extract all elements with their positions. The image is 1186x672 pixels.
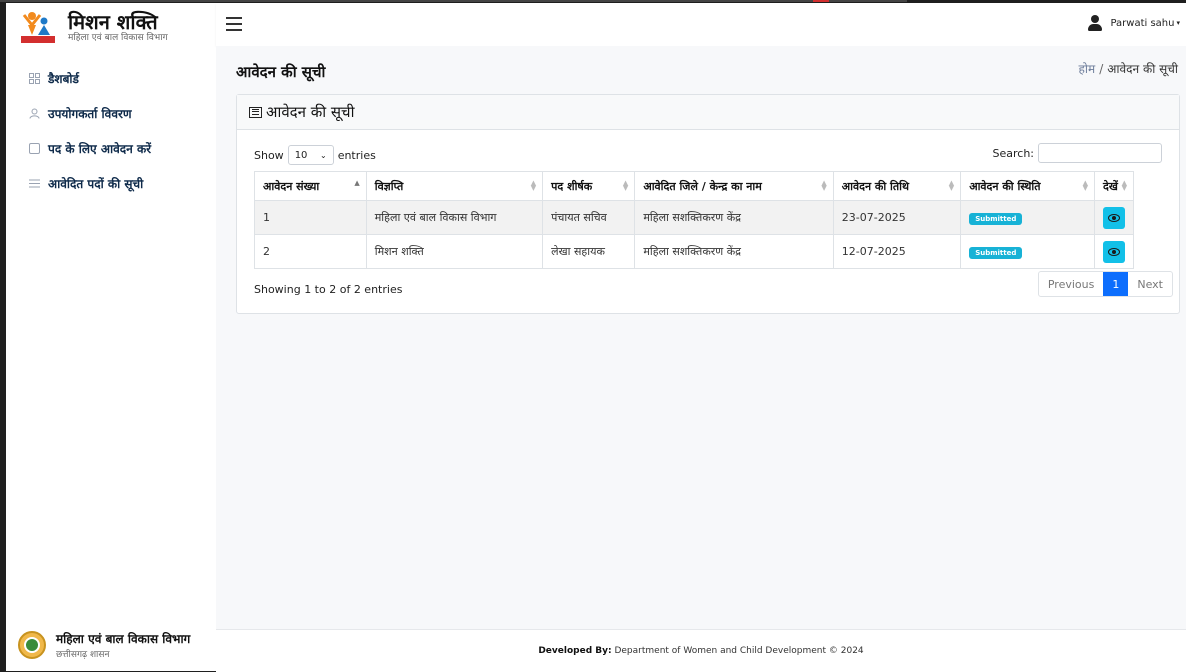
pagination: Previous 1 Next [1037,271,1173,297]
chevron-down-icon: ▾ [1176,19,1180,27]
breadcrumb-separator: / [1099,62,1104,76]
cell-application-no: 1 [254,200,367,235]
applications-card: आवेदन की सूची Show 10 ⌄ entries Search: [236,94,1180,314]
entries-value: 10 [294,149,308,161]
cell-date: 23-07-2025 [832,200,962,235]
column-header-post-title[interactable]: पद शीर्षक ▲ ▼ [542,171,636,201]
column-header-date[interactable]: आवेदन की तिथि ▲ ▼ [832,171,962,201]
user-icon [28,108,40,120]
cell-status: Submitted [960,200,1095,235]
cell-center: महिला सशक्तिकरण केंद्र [634,234,834,269]
breadcrumb-current: आवेदन की सूची [1107,62,1178,76]
sort-icon: ▲ ▼ [948,179,955,192]
state-emblem-icon [18,631,46,659]
applications-table: आवेदन संख्या ▲ विज्ञप्ति ▲ ▼ पद शीर्षक ▲ ▼ आव… [254,171,1134,269]
sort-icon: ▲ ▼ [1121,179,1127,192]
app-window: मिशन शक्ति महिला एवं बाल विकास विभाग डैश… [6,3,1186,672]
brand-subtitle: महिला एवं बाल विकास विभाग [68,32,168,43]
cell-post-title: पंचायत सचिव [542,200,636,235]
search-label: Search: [992,146,1035,160]
column-header-status[interactable]: आवेदन की स्थिति ▲ ▼ [960,171,1095,201]
square-icon [28,143,40,155]
sidebar-item-applied-list[interactable]: आवेदित पदों की सूची [6,166,216,201]
cell-center: महिला सशक्तिकरण केंद्र [634,200,834,235]
eye-icon [1108,213,1120,222]
previous-page-button[interactable]: Previous [1039,272,1104,296]
breadcrumb: होम / आवेदन की सूची [1079,60,1178,77]
entries-label: entries [337,148,376,162]
column-header-center[interactable]: आवेदित जिले / केन्द्र का नाम ▲ ▼ [634,171,834,201]
status-badge: Submitted [969,212,1023,225]
sidebar-item-label: पद के लिए आवेदन करें [48,142,152,156]
sidebar-item-label: उपयोगकर्ता विवरण [48,107,132,121]
table-header-row: आवेदन संख्या ▲ विज्ञप्ति ▲ ▼ पद शीर्षक ▲ ▼ आव… [254,171,1134,201]
page-1-button[interactable]: 1 [1103,272,1129,296]
brand[interactable]: मिशन शक्ति महिला एवं बाल विकास विभाग [20,7,168,47]
sidebar-item-user-details[interactable]: उपयोगकर्ता विवरण [6,96,216,131]
cell-application-no: 2 [254,234,367,269]
card-header: आवेदन की सूची [237,95,1179,130]
entries-length: Show 10 ⌄ entries [254,145,376,165]
cell-notice: महिला एवं बाल विकास विभाग [365,200,544,235]
mission-shakti-logo [20,9,56,45]
sidebar-item-dashboard[interactable]: डैशबोर्ड [6,61,216,96]
sidebar-item-apply[interactable]: पद के लिए आवेदन करें [6,131,216,166]
user-avatar-icon [1088,15,1103,31]
chevron-down-icon: ⌄ [319,150,327,160]
cell-status: Submitted [960,234,1095,269]
status-badge: Submitted [969,246,1023,259]
breadcrumb-home[interactable]: होम [1079,62,1096,76]
sidebar-item-label: डैशबोर्ड [48,72,79,86]
cell-date: 12-07-2025 [832,234,962,269]
grid-icon [28,73,40,85]
eye-icon [1108,247,1120,256]
user-menu[interactable]: Parwati sahu ▾ [1088,15,1180,31]
top-header: Parwati sahu ▾ [216,3,1186,46]
sort-icon: ▲ ▼ [821,179,827,192]
window-top-edge [0,0,907,2]
column-header-notice[interactable]: विज्ञप्ति ▲ ▼ [365,171,544,201]
cell-post-title: लेखा सहायक [542,234,636,269]
brand-title: मिशन शक्ति [68,9,158,34]
view-button[interactable] [1103,240,1125,263]
table-search: Search: [992,143,1162,163]
list-icon [28,178,40,190]
sort-icon: ▲ ▼ [1082,179,1088,192]
cell-notice: मिशन शक्ति [365,234,544,269]
main-content: आवेदन की सूची होम / आवेदन की सूची आवेदन की… [216,46,1186,629]
sort-icon: ▲ ▼ [622,179,629,192]
developed-by-text: Department of Women and Child Developmen… [614,646,864,656]
sidebar: मिशन शक्ति महिला एवं बाल विकास विभाग डैश… [6,3,216,671]
sort-icon: ▲ ▼ [530,179,537,192]
menu-toggle-icon[interactable] [226,17,242,31]
list-alt-icon [249,106,262,118]
show-label: Show [254,148,284,162]
sidebar-nav: डैशबोर्ड उपयोगकर्ता विवरण पद के लिए आवेद… [6,61,216,201]
table-info: Showing 1 to 2 of 2 entries [254,283,403,296]
user-name: Parwati sahu [1110,17,1175,29]
search-input[interactable] [1038,143,1162,163]
view-button[interactable] [1103,206,1125,229]
column-header-application-no[interactable]: आवेदन संख्या ▲ [254,171,367,201]
department-name: महिला एवं बाल विकास विभाग [56,632,191,646]
card-title: आवेदन की सूची [266,103,355,121]
page-title: आवेदन की सूची [236,63,326,81]
developed-by-label: Developed By: [538,646,612,656]
table-row: 1 महिला एवं बाल विकास विभाग पंचायत सचिव … [254,200,1134,235]
cell-view [1094,234,1134,269]
department-footer: महिला एवं बाल विकास विभाग छत्तीसगढ़ शासन [18,630,190,660]
entries-select[interactable]: 10 ⌄ [287,145,334,165]
government-name: छत्तीसगढ़ शासन [56,650,110,660]
table-controls: Show 10 ⌄ entries Search: [254,143,1162,165]
sort-asc-icon: ▲ [354,179,360,187]
page-footer: Developed By: Department of Women and Ch… [216,629,1186,672]
table-row: 2 मिशन शक्ति लेखा सहायक महिला सशक्तिकरण … [254,234,1134,269]
cell-view [1094,200,1134,235]
column-header-view[interactable]: देखें ▲ ▼ [1094,171,1134,201]
next-page-button[interactable]: Next [1128,272,1172,296]
sidebar-item-label: आवेदित पदों की सूची [48,177,144,191]
